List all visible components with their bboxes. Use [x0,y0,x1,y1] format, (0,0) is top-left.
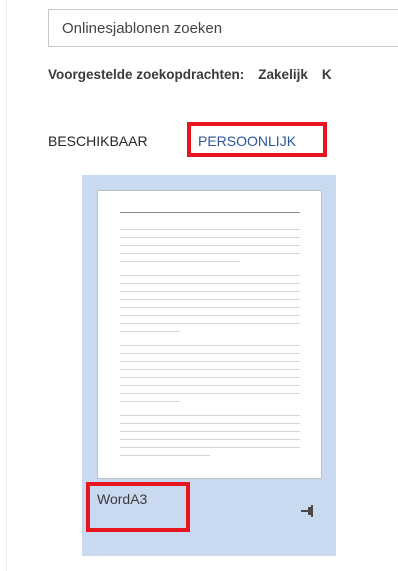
thumbnail-title-rule [120,212,300,213]
thumbnail-text-line [120,361,300,362]
suggested-searches-label: Voorgestelde zoekopdrachten: [48,67,245,82]
thumbnail-text-line [120,229,300,230]
thumbnail-text-line [120,369,300,370]
new-document-pane: Voorgestelde zoekopdrachten: Zakelijk K BE… [0,0,398,571]
thumbnail-text-line [120,415,300,416]
thumbnail-text-line [120,345,300,346]
thumbnail-text-line [120,283,300,284]
thumbnail-text-line [120,261,240,262]
thumbnail-text-line [120,323,300,324]
thumbnail-text-line [120,299,300,300]
thumbnail-text-line [120,307,300,308]
thumbnail-text-line [120,245,300,246]
search-input[interactable] [49,10,398,46]
thumbnail-text-line [120,331,180,332]
thumbnail-text-line [120,353,300,354]
pane-divider [6,0,7,571]
thumbnail-text-line [120,385,300,386]
search-box[interactable] [48,9,398,47]
tab-beschikbaar[interactable]: BESCHIKBAAR [48,133,148,149]
pin-icon[interactable] [300,504,316,518]
thumbnail-text-line [120,393,300,394]
thumbnail-text-line [120,431,300,432]
thumbnail-text-line [120,237,300,238]
suggestion-zakelijk[interactable]: Zakelijk [258,67,308,82]
suggested-searches: Voorgestelde zoekopdrachten: Zakelijk K [48,67,332,87]
thumbnail-text-line [120,423,300,424]
template-name: WordA3 [97,491,148,507]
thumbnail-text-line [120,401,180,402]
thumbnail-text-line [120,455,210,456]
thumbnail-text-line [120,447,300,448]
thumbnail-text-line [120,253,300,254]
suggestion-truncated[interactable]: K [322,67,332,82]
thumbnail-text-line [120,439,300,440]
thumbnail-text-line [120,275,300,276]
thumbnail-text-line [120,315,300,316]
thumbnail-text-line [120,291,300,292]
template-thumbnail [97,190,322,479]
tab-persoonlijk[interactable]: PERSOONLIJK [198,133,296,149]
template-card-worda3[interactable]: WordA3 [82,175,336,556]
thumbnail-text-line [120,377,300,378]
